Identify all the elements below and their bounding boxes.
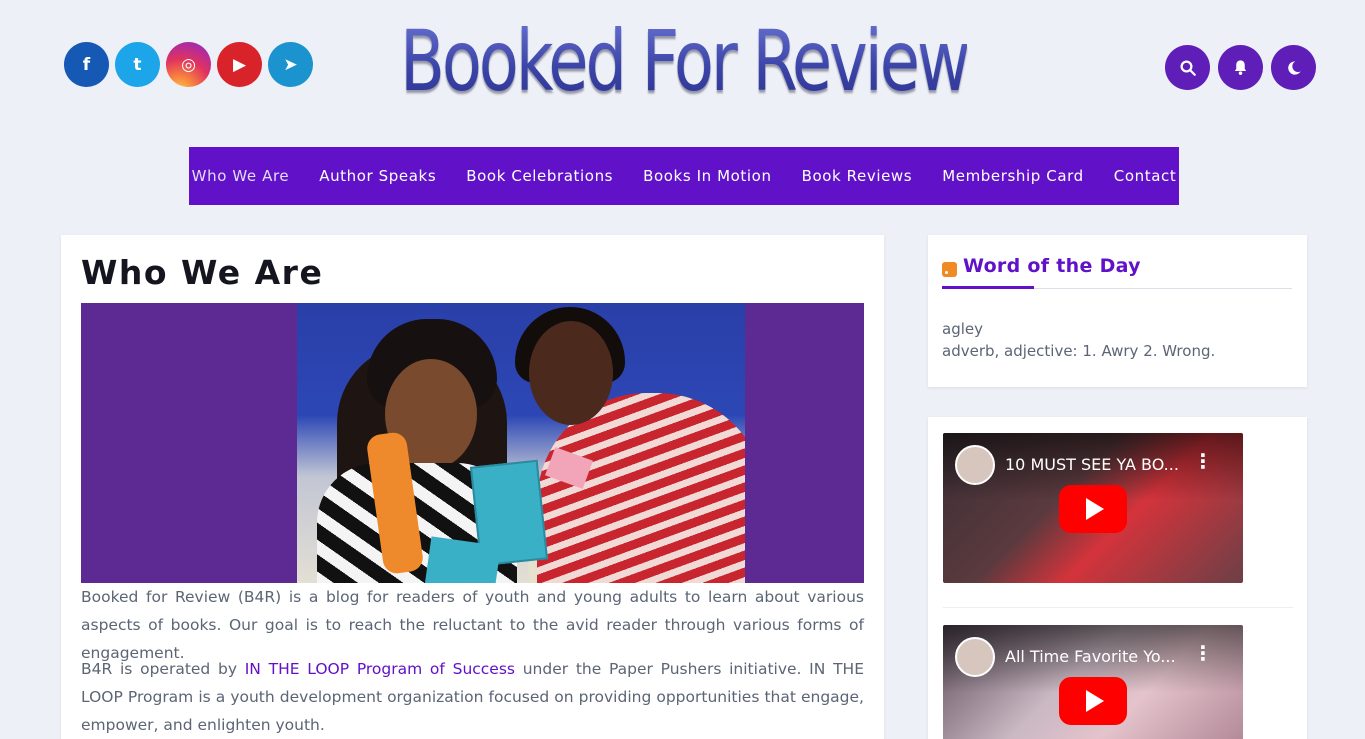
more-options-icon[interactable]: ⋮ [1193,451,1213,471]
channel-avatar[interactable] [955,445,995,485]
main-content: Who We Are Booked for Review (B4R) is a … [61,235,884,739]
play-button[interactable] [1059,677,1127,725]
site-logo-text: Booked For Review [400,12,971,110]
play-button[interactable] [1059,485,1127,533]
video-title[interactable]: All Time Favorite Yo... [1005,647,1176,666]
nav-item-book-reviews[interactable]: Book Reviews [787,167,928,185]
rss-icon[interactable] [942,262,957,277]
word-of-the-day-widget: Word of the Day agley adverb, adjective:… [928,235,1307,387]
featured-photo [297,303,745,583]
nav-item-who-we-are[interactable]: Who We Are [177,167,305,185]
nav-item-author-speaks[interactable]: Author Speaks [304,167,451,185]
videos-widget: 10 MUST SEE YA BO... ⋮ All Time Favorite… [928,417,1307,739]
video-embed[interactable]: 10 MUST SEE YA BO... ⋮ [943,433,1243,583]
divider [943,607,1293,608]
social-links: f t ◎ ▶ ➤ [64,42,313,87]
word-of-day-word: agley [942,320,983,338]
nav-item-membership-card[interactable]: Membership Card [927,167,1099,185]
word-of-day-definition: adverb, adjective: 1. Awry 2. Wrong. [942,342,1216,360]
instagram-icon[interactable]: ◎ [166,42,211,87]
word-of-the-day-title[interactable]: Word of the Day [963,255,1141,277]
twitter-icon[interactable]: t [115,42,160,87]
telegram-icon[interactable]: ➤ [268,42,313,87]
search-icon [1180,60,1196,76]
bell-icon [1234,60,1247,75]
nav-item-contact[interactable]: Contact [1099,167,1192,185]
main-nav: Who We Are Author Speaks Book Celebratio… [189,147,1179,205]
nav-item-books-in-motion[interactable]: Books In Motion [628,167,786,185]
dark-mode-toggle[interactable] [1271,45,1316,90]
youtube-icon[interactable]: ▶ [217,42,262,87]
operator-paragraph: B4R is operated by IN THE LOOP Program o… [81,655,864,739]
channel-avatar[interactable] [955,637,995,677]
video-embed[interactable]: All Time Favorite Yo... ⋮ [943,625,1243,739]
more-options-icon[interactable]: ⋮ [1193,643,1213,663]
operator-text-pre: B4R is operated by [81,660,245,678]
widget-title: Word of the Day [942,255,1292,289]
notification-button[interactable] [1218,45,1263,90]
search-button[interactable] [1165,45,1210,90]
in-the-loop-link[interactable]: IN THE LOOP Program of Success [245,660,515,678]
featured-image [81,303,864,583]
moon-icon [1287,60,1301,75]
video-title[interactable]: 10 MUST SEE YA BO... [1005,455,1179,474]
site-logo[interactable]: Booked For Review [400,6,971,116]
nav-item-book-celebrations[interactable]: Book Celebrations [451,167,628,185]
header-actions [1165,45,1316,90]
page-title: Who We Are [81,253,324,292]
title-underline [942,286,1034,289]
facebook-icon[interactable]: f [64,42,109,87]
